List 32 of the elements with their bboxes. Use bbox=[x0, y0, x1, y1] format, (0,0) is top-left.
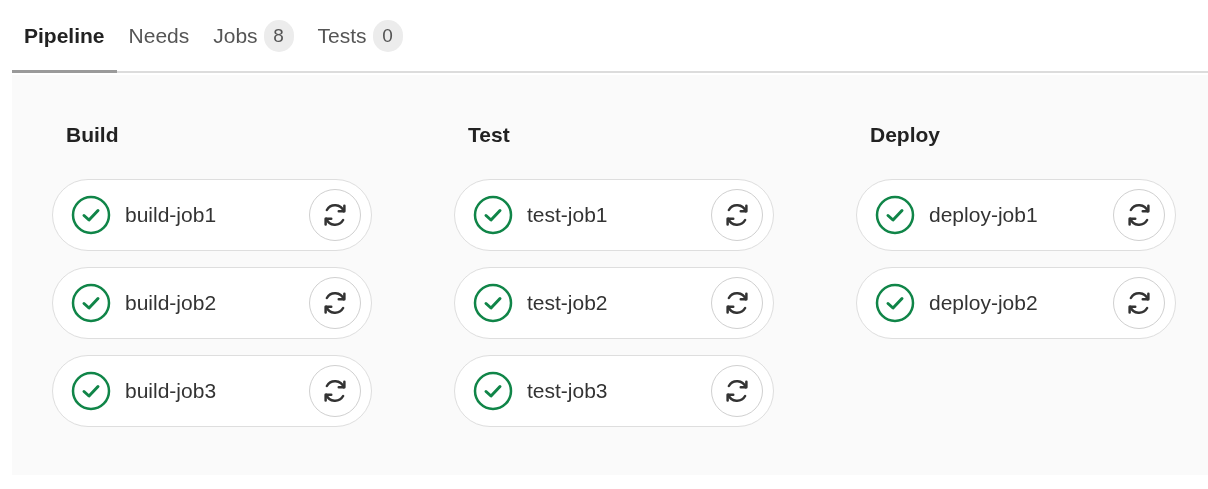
job-pill[interactable]: test-job2 bbox=[454, 267, 774, 339]
retry-button[interactable] bbox=[711, 365, 763, 417]
retry-button[interactable] bbox=[309, 277, 361, 329]
job-name: test-job1 bbox=[527, 202, 609, 229]
retry-button[interactable] bbox=[711, 277, 763, 329]
retry-button[interactable] bbox=[711, 189, 763, 241]
job-pill[interactable]: build-job1 bbox=[52, 179, 372, 251]
job-name: build-job3 bbox=[125, 378, 218, 405]
tab[interactable]: Tests 0 bbox=[305, 2, 415, 73]
job-name: build-job1 bbox=[125, 202, 218, 229]
tab[interactable]: Needs bbox=[116, 2, 202, 73]
count-badge: 0 bbox=[372, 20, 403, 52]
stage-title: Deploy bbox=[870, 122, 941, 148]
retry-button[interactable] bbox=[309, 189, 361, 241]
job-name: test-job3 bbox=[527, 378, 609, 405]
job-pill[interactable]: test-job1 bbox=[454, 179, 774, 251]
stage-title: Test bbox=[468, 122, 511, 148]
job-pill[interactable]: deploy-job1 bbox=[856, 179, 1176, 251]
job-name: deploy-job1 bbox=[929, 202, 1039, 229]
job-name: test-job2 bbox=[527, 290, 609, 317]
job-name: deploy-job2 bbox=[929, 290, 1039, 317]
tab[interactable]: Jobs 8 bbox=[201, 2, 306, 73]
retry-button[interactable] bbox=[1113, 277, 1165, 329]
job-pill[interactable]: test-job3 bbox=[454, 355, 774, 427]
job-pill[interactable]: build-job2 bbox=[52, 267, 372, 339]
job-pill[interactable]: build-job3 bbox=[52, 355, 372, 427]
stage-title: Build bbox=[66, 122, 120, 148]
retry-button[interactable] bbox=[1113, 189, 1165, 241]
count-badge: 8 bbox=[263, 20, 294, 52]
job-pill[interactable]: deploy-job2 bbox=[856, 267, 1176, 339]
job-name: build-job2 bbox=[125, 290, 218, 317]
retry-button[interactable] bbox=[309, 365, 361, 417]
